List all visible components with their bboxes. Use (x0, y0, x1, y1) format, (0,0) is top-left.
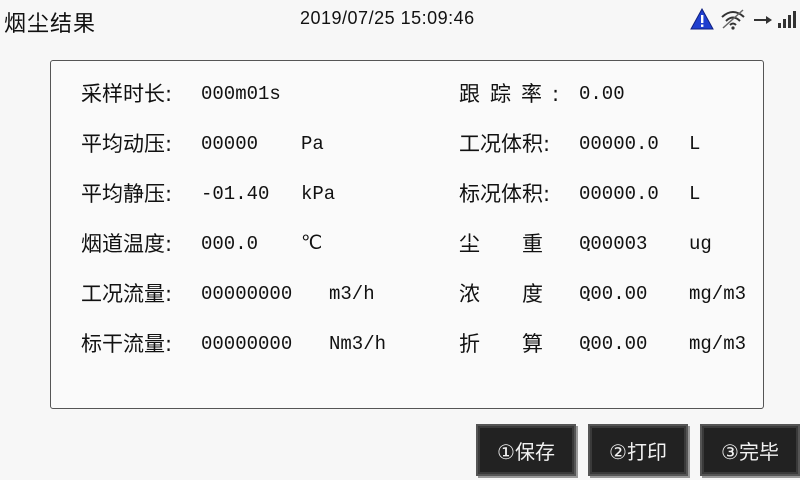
converted-value: 000.00 (579, 333, 648, 355)
working-volume-unit: L (689, 133, 701, 155)
flue-temperature-label: 烟道温度: (81, 232, 173, 256)
working-volume-value: 00000.0 (579, 133, 659, 155)
dust-weight-value: 000003 (579, 233, 648, 255)
flue-temperature-value: 000.0 (201, 233, 259, 255)
tracking-rate-value: 0.00 (579, 83, 625, 105)
flue-temperature-unit: ℃ (301, 233, 323, 255)
avg-dynamic-pressure-label: 平均动压: (81, 132, 173, 156)
converted-unit: mg/m3 (689, 333, 747, 355)
print-button[interactable]: ②打印 (588, 424, 688, 476)
std-dry-flow-unit: Nm3/h (329, 333, 387, 355)
avg-dynamic-pressure-value: 00000 (201, 133, 259, 155)
wifi-icon (720, 8, 746, 30)
std-dry-flow-label: 标干流量: (81, 332, 173, 356)
std-volume-label: 标况体积: (459, 182, 551, 206)
concentration-unit: mg/m3 (689, 283, 747, 305)
save-button[interactable]: ①保存 (476, 424, 576, 476)
std-volume-value: 00000.0 (579, 183, 659, 205)
working-flow-unit: m3/h (329, 283, 375, 305)
datetime-display: 2019/07/25 15:09:46 (300, 8, 475, 28)
working-flow-label: 工况流量: (81, 282, 173, 306)
tracking-rate-label: 跟踪率: (459, 82, 570, 106)
concentration-value: 000.00 (579, 283, 648, 305)
status-bar-icons (690, 6, 798, 32)
avg-static-pressure-unit: kPa (301, 183, 336, 205)
working-volume-label: 工况体积: (459, 132, 551, 156)
std-volume-unit: L (689, 183, 701, 205)
signal-icon (752, 8, 798, 30)
avg-dynamic-pressure-unit: Pa (301, 133, 324, 155)
sampling-time-value: 000m01s (201, 83, 281, 105)
screen: 烟尘结果 2019/07/25 15:09:46 采样时长: 000m01s 平… (0, 0, 800, 480)
dust-weight-unit: ug (689, 233, 712, 255)
finish-button[interactable]: ③完毕 (700, 424, 800, 476)
page-title: 烟尘结果 (4, 12, 97, 37)
warning-icon (690, 7, 714, 30)
results-panel: 采样时长: 000m01s 平均动压: 00000 Pa 平均静压: -01.4… (50, 60, 764, 409)
working-flow-value: 00000000 (201, 283, 293, 305)
avg-static-pressure-label: 平均静压: (81, 182, 173, 206)
std-dry-flow-value: 00000000 (201, 333, 293, 355)
sampling-time-label: 采样时长: (81, 82, 173, 106)
avg-static-pressure-value: -01.40 (201, 183, 270, 205)
